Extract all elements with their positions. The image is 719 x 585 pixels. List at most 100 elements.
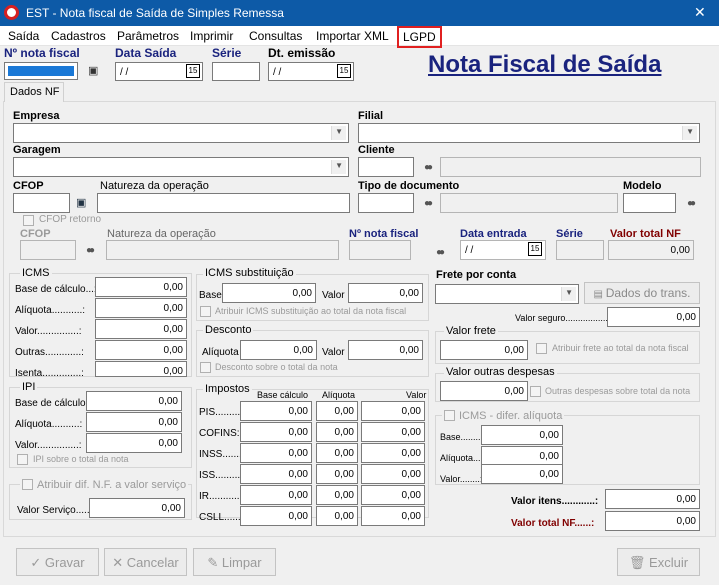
outras-checkbox[interactable] bbox=[530, 386, 541, 397]
serie-input[interactable] bbox=[212, 62, 260, 81]
icms-difer-valor-input[interactable]: 0,00 bbox=[481, 464, 563, 484]
excluir-button[interactable]: 🗑 Excluir bbox=[617, 548, 700, 576]
impostos-cell-input[interactable]: 0,00 bbox=[240, 506, 312, 526]
calendar-icon[interactable]: 15 bbox=[186, 64, 200, 78]
valor-frete-input[interactable]: 0,00 bbox=[440, 340, 528, 360]
valor-servico-legend: Atribuir dif. N.F. a valor serviço bbox=[20, 477, 189, 491]
menu-importar-xml[interactable]: Importar XML bbox=[316, 29, 389, 43]
frete-select[interactable]: ▼ bbox=[435, 284, 579, 304]
impostos-cell-input[interactable]: 0,00 bbox=[240, 422, 312, 442]
ipi-base-input[interactable]: 0,00 bbox=[86, 391, 182, 411]
search-binoculars-icon[interactable]: ▣ bbox=[88, 64, 99, 77]
tipo-documento-input[interactable] bbox=[358, 193, 414, 213]
impostos-cell-input[interactable]: 0,00 bbox=[240, 464, 312, 484]
valor-seguro-input[interactable]: 0,00 bbox=[607, 307, 700, 327]
desconto-valor-input[interactable]: 0,00 bbox=[348, 340, 423, 360]
impostos-cell-input[interactable]: 0,00 bbox=[240, 443, 312, 463]
menu-consultas[interactable]: Consultas bbox=[249, 29, 302, 43]
empresa-select[interactable]: ▼ bbox=[13, 123, 349, 143]
valor-total-nf-footer-label: Valor total NF......: bbox=[511, 518, 595, 529]
ipi-title: IPI bbox=[20, 381, 38, 393]
close-icon[interactable]: ✕ bbox=[694, 4, 706, 21]
data-saida-label: Data Saída bbox=[115, 46, 177, 60]
menu-cadastros[interactable]: Cadastros bbox=[51, 29, 106, 43]
impostos-cell-input[interactable]: 0,00 bbox=[361, 464, 425, 484]
menu-parametros[interactable]: Parâmetros bbox=[117, 29, 179, 43]
dados-trans-button[interactable]: ▤ Dados do trans. bbox=[584, 282, 700, 304]
menu-imprimir[interactable]: Imprimir bbox=[190, 29, 233, 43]
impostos-cell-input[interactable]: 0,00 bbox=[316, 401, 358, 421]
filial-select[interactable]: ▼ bbox=[358, 123, 700, 143]
value: 0,00 bbox=[334, 406, 354, 417]
impostos-cell-input[interactable]: 0,00 bbox=[361, 401, 425, 421]
icms-st-base-input[interactable]: 0,00 bbox=[222, 283, 316, 303]
impostos-cell-input[interactable]: 0,00 bbox=[361, 422, 425, 442]
chevron-down-icon: ▼ bbox=[686, 127, 694, 136]
menu-saida[interactable]: Saída bbox=[8, 29, 39, 43]
chevron-down-icon: ▼ bbox=[565, 288, 573, 297]
icms-aliquota-input[interactable]: 0,00 bbox=[95, 298, 187, 318]
outras-input[interactable]: 0,00 bbox=[440, 381, 528, 401]
value: 0,00 bbox=[292, 288, 312, 299]
value: 0,00 bbox=[676, 516, 696, 527]
cancelar-button[interactable]: ✕ Cancelar bbox=[104, 548, 187, 576]
impostos-cell-input[interactable]: 0,00 bbox=[361, 485, 425, 505]
tab-label: Dados NF bbox=[10, 86, 60, 98]
value: 0,00 bbox=[334, 469, 354, 480]
modelo-input[interactable] bbox=[623, 193, 676, 213]
impostos-row-label: IR...........: bbox=[199, 491, 243, 502]
gravar-button[interactable]: ✓ Gravar bbox=[16, 548, 99, 576]
value: 0,00 bbox=[163, 345, 183, 356]
valor-seguro-label: Valor seguro.................: bbox=[515, 313, 611, 323]
ipi-aliquota-input[interactable]: 0,00 bbox=[86, 412, 182, 432]
impostos-cell-input[interactable]: 0,00 bbox=[361, 506, 425, 526]
search-binoculars-icon[interactable]: ▣ bbox=[76, 196, 87, 209]
icms-title: ICMS bbox=[20, 267, 52, 279]
icms-base-input[interactable]: 0,00 bbox=[95, 277, 187, 297]
icms-outras-input[interactable]: 0,00 bbox=[95, 340, 187, 360]
impostos-cell-input[interactable]: 0,00 bbox=[316, 506, 358, 526]
calendar-icon[interactable]: 15 bbox=[528, 242, 542, 256]
icms-difer-checkbox[interactable] bbox=[444, 410, 455, 421]
binoculars-icon: ●● bbox=[86, 245, 95, 256]
nota-fiscal-input[interactable] bbox=[4, 62, 78, 80]
ipi-valor-input[interactable]: 0,00 bbox=[86, 433, 182, 453]
desconto-checkbox[interactable] bbox=[200, 362, 211, 373]
valor-total-nf-value: 0,00 bbox=[670, 245, 690, 256]
impostos-cell-input[interactable]: 0,00 bbox=[316, 464, 358, 484]
binoculars-icon[interactable]: ●● bbox=[424, 162, 433, 173]
serie2-input bbox=[556, 240, 604, 260]
binoculars-icon[interactable]: ●● bbox=[424, 198, 433, 209]
impostos-cell-input[interactable]: 0,00 bbox=[316, 485, 358, 505]
calendar-icon[interactable]: 15 bbox=[337, 64, 351, 78]
trash-icon: 🗑 bbox=[628, 555, 650, 570]
icms-difer-aliquota-input[interactable]: 0,00 bbox=[481, 446, 563, 466]
menu-bar: Saída Cadastros Parâmetros Imprimir Cons… bbox=[0, 26, 719, 48]
check-icon: ✓ bbox=[30, 555, 45, 570]
impostos-cell-input[interactable]: 0,00 bbox=[240, 401, 312, 421]
menu-lgpd[interactable]: LGPD bbox=[397, 26, 442, 48]
impostos-cell-input[interactable]: 0,00 bbox=[240, 485, 312, 505]
icms-difer-base-input[interactable]: 0,00 bbox=[481, 425, 563, 445]
ipi-total-checkbox[interactable] bbox=[17, 454, 28, 465]
cfop-input[interactable] bbox=[13, 193, 70, 213]
valor-frete-checkbox[interactable] bbox=[536, 343, 547, 354]
icms-valor-input[interactable]: 0,00 bbox=[95, 319, 187, 339]
outras-title: Valor outras despesas bbox=[444, 366, 557, 378]
natureza-input[interactable] bbox=[97, 193, 350, 213]
desconto-aliquota-input[interactable]: 0,00 bbox=[240, 340, 317, 360]
impostos-cell-input[interactable]: 0,00 bbox=[361, 443, 425, 463]
cliente-code-input[interactable] bbox=[358, 157, 414, 177]
cfop-retorno-checkbox[interactable] bbox=[23, 215, 34, 226]
icms-st-valor-input[interactable]: 0,00 bbox=[348, 283, 423, 303]
limpar-button[interactable]: ✎ Limpar bbox=[193, 548, 276, 576]
valor-servico-input[interactable]: 0,00 bbox=[89, 498, 185, 518]
icms-isenta-input[interactable]: 0,00 bbox=[95, 361, 187, 377]
binoculars-icon[interactable]: ●● bbox=[687, 198, 696, 209]
impostos-cell-input[interactable]: 0,00 bbox=[316, 422, 358, 442]
tab-dados-nf[interactable]: Dados NF bbox=[4, 82, 64, 102]
icms-st-checkbox[interactable] bbox=[200, 306, 211, 317]
valor-servico-checkbox[interactable] bbox=[22, 479, 33, 490]
garagem-select[interactable]: ▼ bbox=[13, 157, 349, 177]
impostos-cell-input[interactable]: 0,00 bbox=[316, 443, 358, 463]
